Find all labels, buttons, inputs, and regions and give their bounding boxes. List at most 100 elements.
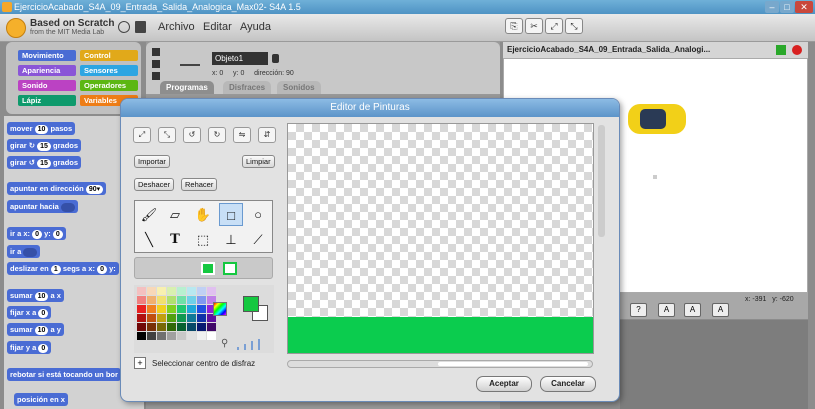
paintbrush-icon[interactable]: 🖌 [137, 203, 161, 226]
block-value[interactable]: 0 [97, 265, 107, 274]
tab-programas[interactable]: Programas [160, 81, 214, 94]
block-value[interactable]: 10 [34, 125, 49, 134]
menu-archivo[interactable]: Archivo [158, 21, 195, 33]
color-swatch[interactable] [177, 332, 186, 340]
duplicate-icon[interactable]: ⎘ [505, 18, 523, 34]
category-operadores[interactable]: Operadores [80, 80, 138, 91]
color-swatch[interactable] [197, 305, 206, 313]
category-sonido[interactable]: Sonido [18, 80, 76, 91]
color-swatch[interactable] [207, 287, 216, 295]
block-value[interactable]: 0 [52, 230, 63, 239]
shrink-icon[interactable]: ⤡ [565, 18, 583, 34]
select-icon[interactable]: ⬚ [191, 228, 215, 251]
block-value[interactable]: 1 [50, 265, 61, 274]
block-apuntar-hacia[interactable]: apuntar hacia [7, 200, 78, 213]
block-value[interactable]: 10 [34, 292, 49, 301]
block-sumar-x[interactable]: sumar 10 a x [7, 289, 64, 302]
text-icon[interactable]: T [163, 228, 187, 251]
block-value[interactable]: 0 [32, 230, 43, 239]
limpiar-button[interactable]: Limpiar [242, 155, 275, 168]
category-lapiz[interactable]: Lápiz [18, 95, 76, 106]
color-swatch[interactable] [147, 314, 156, 322]
no-rotate-icon[interactable] [152, 72, 160, 80]
color-swatch[interactable] [187, 323, 196, 331]
color-swatch[interactable] [187, 296, 196, 304]
rotate-left-icon[interactable]: ↺ [183, 127, 201, 143]
color-swatch[interactable] [197, 287, 206, 295]
brush-size-bar[interactable] [258, 339, 260, 350]
stop-icon[interactable] [792, 45, 802, 55]
block-fijar-x[interactable]: fijar x a 0 [7, 306, 52, 319]
color-swatch[interactable] [197, 323, 206, 331]
choose-sprite-icon[interactable]: A [658, 303, 675, 317]
block-girar-derecha[interactable]: girar ↻ 15 grados [7, 139, 82, 152]
color-swatch[interactable] [147, 332, 156, 340]
category-sensores[interactable]: Sensores [80, 65, 138, 76]
block-posicion-x[interactable]: posición en x [14, 393, 68, 406]
color-swatch[interactable] [177, 323, 186, 331]
tab-sonidos[interactable]: Sonidos [277, 81, 321, 94]
color-swatch[interactable] [157, 305, 166, 313]
save-disk-icon[interactable] [135, 21, 146, 33]
color-swatch[interactable] [157, 323, 166, 331]
fill-bucket-icon[interactable]: ✋ [191, 203, 215, 226]
block-fijar-y[interactable]: fijar y a 0 [7, 341, 52, 354]
minimize-button[interactable]: – [765, 1, 779, 13]
color-swatch[interactable] [147, 323, 156, 331]
block-dropdown[interactable] [23, 248, 38, 257]
block-value[interactable]: 0 [38, 309, 49, 318]
menu-editar[interactable]: Editar [203, 21, 232, 33]
block-deslizar[interactable]: deslizar en 1 segs a x: 0 y: [7, 262, 119, 275]
color-swatch[interactable] [177, 305, 186, 313]
color-swatch[interactable] [207, 323, 216, 331]
color-swatch[interactable] [177, 314, 186, 322]
tab-disfraces[interactable]: Disfraces [223, 81, 272, 94]
color-swatch[interactable] [197, 314, 206, 322]
color-swatch[interactable] [147, 296, 156, 304]
block-ir-a[interactable]: ir a [7, 245, 41, 258]
close-button[interactable]: ✕ [795, 1, 813, 13]
color-swatch[interactable] [197, 296, 206, 304]
color-swatch[interactable] [137, 296, 146, 304]
surprise-sprite-icon[interactable]: A [684, 303, 701, 317]
maximize-button[interactable]: □ [780, 1, 794, 13]
color-swatch[interactable] [157, 314, 166, 322]
set-center-icon[interactable]: + [134, 357, 146, 369]
block-dropdown[interactable]: 90▾ [85, 185, 104, 194]
ellipse-icon[interactable]: ○ [246, 203, 270, 226]
block-girar-izquierda[interactable]: girar ↺ 15 grados [7, 156, 82, 169]
outline-fill-option[interactable] [223, 262, 237, 275]
block-sumar-y[interactable]: sumar 10 a y [7, 323, 64, 336]
canvas-vertical-scrollbar[interactable] [598, 125, 605, 237]
eyedropper-icon[interactable]: ⟋ [246, 228, 270, 251]
category-control[interactable]: Control [80, 50, 138, 61]
foreground-color-swatch[interactable] [243, 296, 259, 312]
color-swatch[interactable] [187, 314, 196, 322]
eraser-icon[interactable]: ▱ [163, 203, 187, 226]
flip-horizontal-icon[interactable]: ⇋ [233, 127, 251, 143]
block-dropdown[interactable] [60, 203, 75, 212]
rectangle-icon[interactable]: □ [219, 203, 243, 226]
enlarge-icon[interactable]: ⤢ [133, 127, 151, 143]
lock-icon[interactable] [272, 54, 279, 63]
block-value[interactable]: 15 [37, 159, 51, 168]
color-swatch[interactable] [207, 332, 216, 340]
block-mover[interactable]: mover 10 pasos [7, 122, 76, 135]
block-value[interactable]: 0 [38, 344, 49, 353]
color-swatch[interactable] [167, 332, 176, 340]
color-swatch[interactable] [187, 305, 196, 313]
brush-size-bar[interactable] [244, 344, 246, 350]
color-swatch[interactable] [197, 332, 206, 340]
rehacer-button[interactable]: Rehacer [181, 178, 218, 191]
flip-vertical-icon[interactable]: ⇵ [258, 127, 276, 143]
color-swatch[interactable] [137, 323, 146, 331]
block-value[interactable]: 15 [37, 142, 51, 151]
color-swatch[interactable] [137, 332, 146, 340]
menu-ayuda[interactable]: Ayuda [240, 21, 271, 33]
color-spectrum-icon[interactable] [213, 302, 227, 316]
solid-fill-option[interactable] [201, 262, 215, 275]
deshacer-button[interactable]: Deshacer [134, 178, 175, 191]
color-swatch[interactable] [147, 287, 156, 295]
board-sprite-icon[interactable]: A [712, 303, 729, 317]
brush-size-bar[interactable] [237, 347, 239, 350]
